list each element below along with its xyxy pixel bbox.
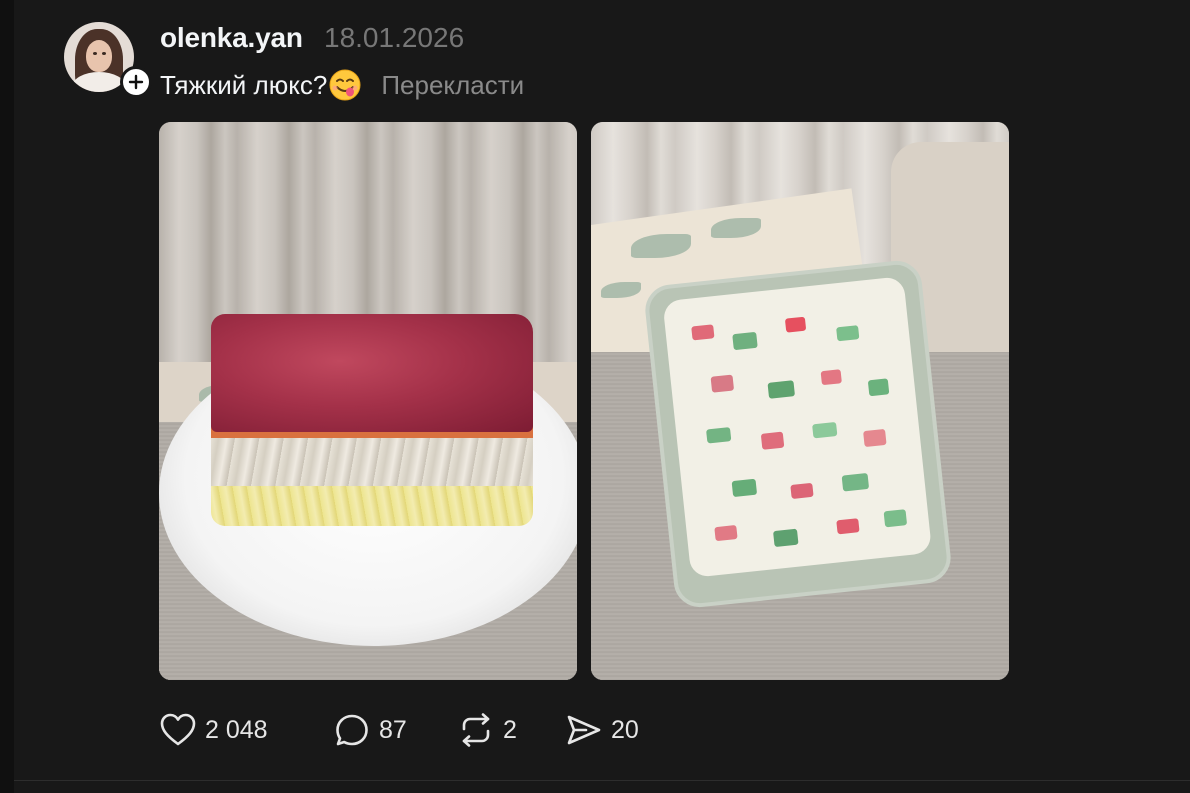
glass-dish xyxy=(642,258,954,610)
follow-button[interactable] xyxy=(120,66,152,98)
share-count: 20 xyxy=(611,716,639,744)
plus-icon xyxy=(126,72,146,92)
heart-icon xyxy=(160,713,196,746)
feed-column: olenka.yan 18.01.2026 Тяжкий люкс? Перек… xyxy=(14,0,1190,793)
repost-button[interactable]: 2 xyxy=(457,708,565,752)
comment-icon xyxy=(336,714,368,746)
repost-icon xyxy=(462,713,490,747)
like-count: 2 048 xyxy=(205,716,268,744)
author-username[interactable]: olenka.yan xyxy=(160,20,303,56)
post-date[interactable]: 18.01.2026 xyxy=(324,20,464,56)
like-button[interactable]: 2 048 xyxy=(159,708,333,752)
post-actions: 2 048 87 2 20 xyxy=(159,708,655,752)
savoring-food-emoji-icon xyxy=(329,69,361,101)
media-photo-layered-salad[interactable] xyxy=(159,122,577,680)
caption: Тяжкий люкс? Перекласти xyxy=(160,66,524,104)
caption-text: Тяжкий люкс? xyxy=(160,70,328,100)
share-button[interactable]: 20 xyxy=(565,708,655,752)
send-icon xyxy=(567,715,601,745)
repost-count: 2 xyxy=(503,716,517,744)
post-divider xyxy=(14,780,1190,781)
reply-count: 87 xyxy=(379,716,407,744)
post: olenka.yan 18.01.2026 Тяжкий люкс? Перек… xyxy=(14,0,1190,781)
translate-link[interactable]: Перекласти xyxy=(381,67,524,103)
reply-button[interactable]: 87 xyxy=(333,708,457,752)
media-photo-jelly-salad[interactable] xyxy=(591,122,1009,680)
